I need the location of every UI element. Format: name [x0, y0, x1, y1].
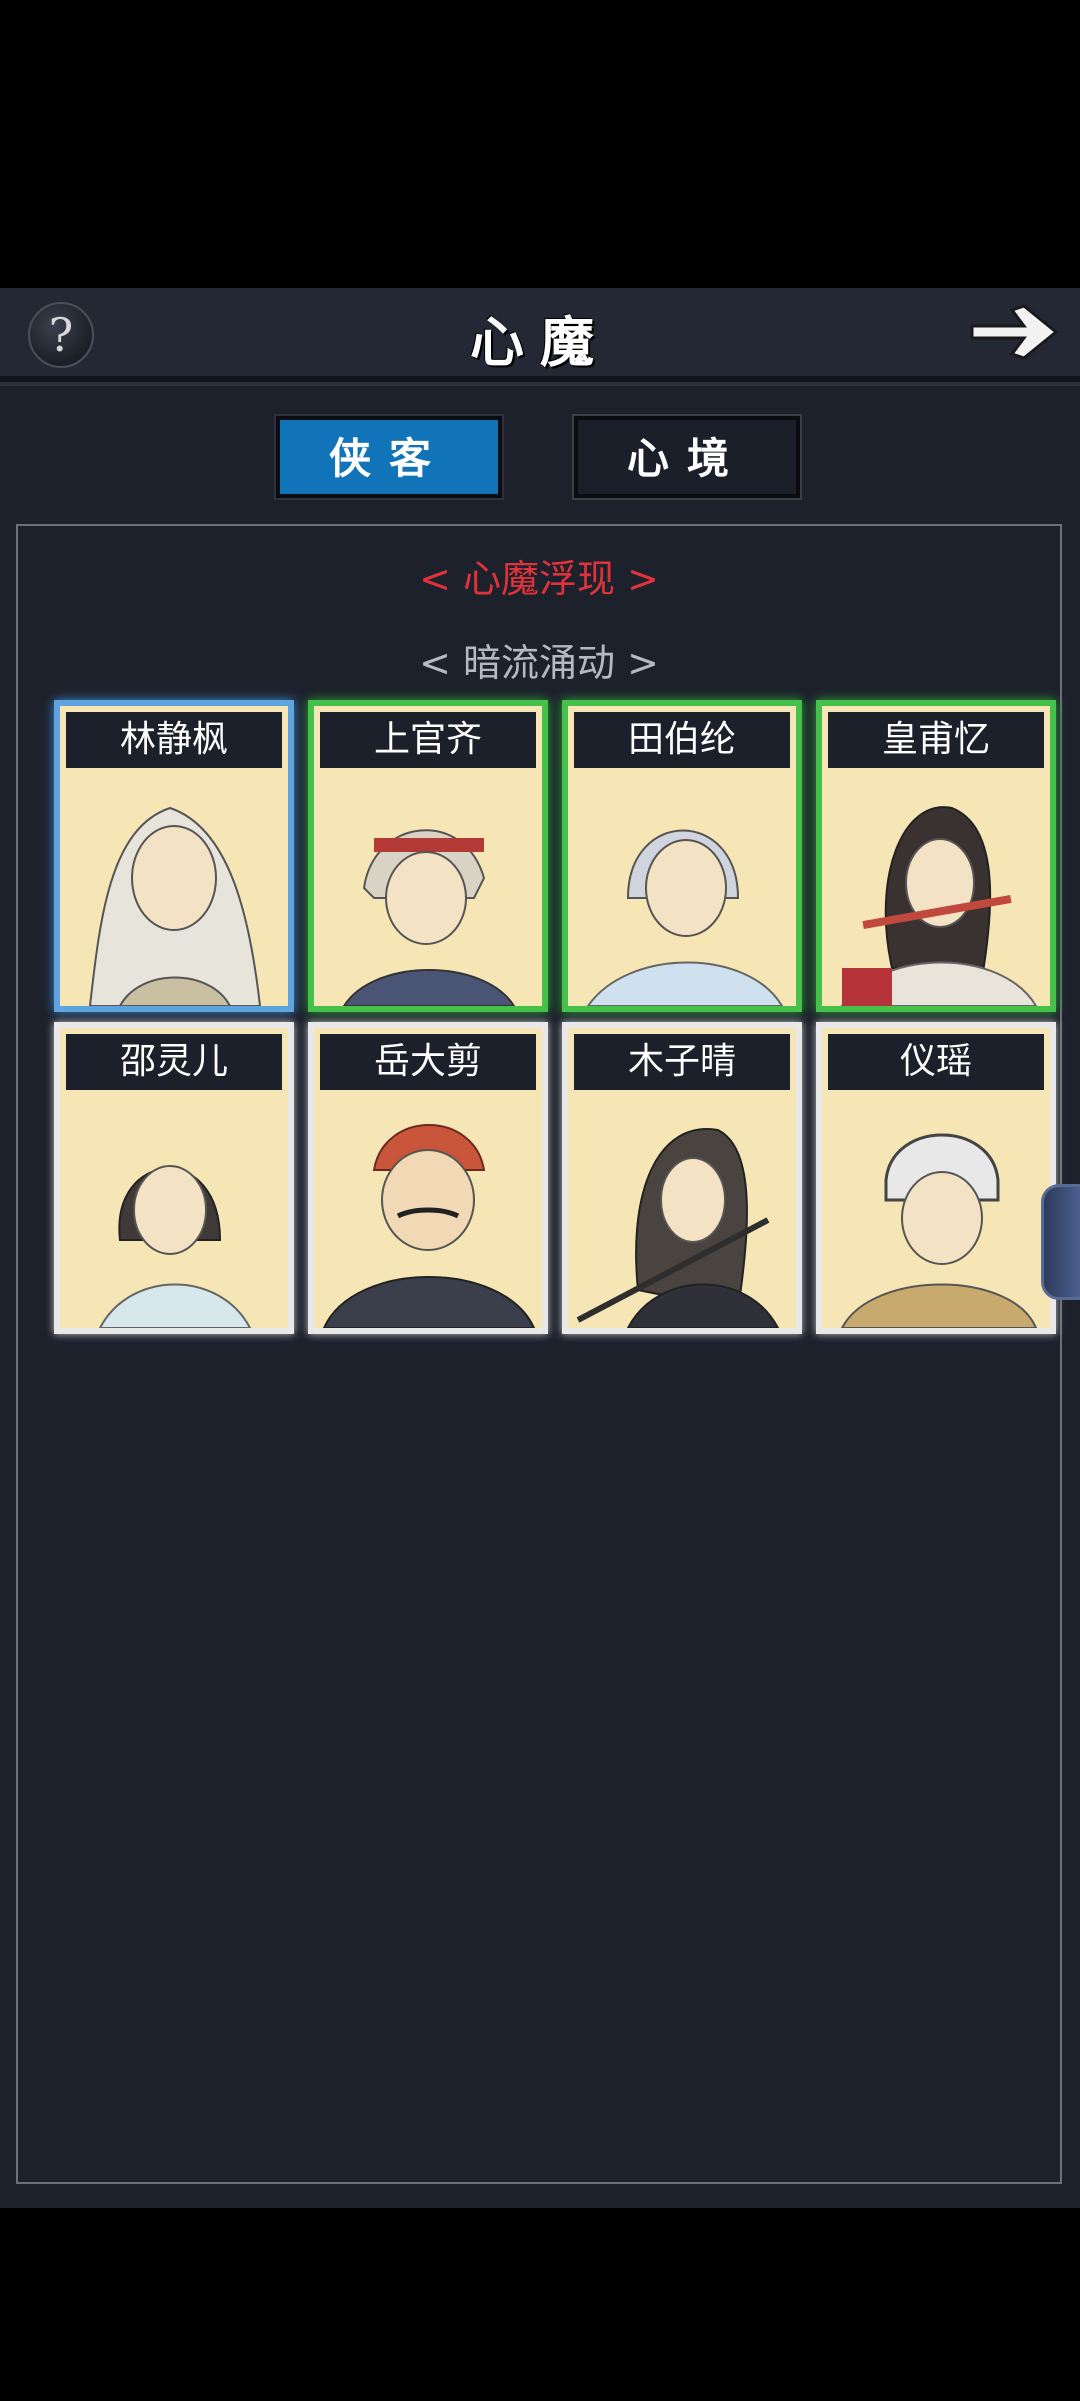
character-portrait: [840, 806, 1038, 1006]
character-card[interactable]: 岳大剪: [308, 1022, 548, 1334]
character-portrait: [576, 1128, 780, 1328]
character-name: 仪瑶: [828, 1034, 1044, 1090]
section-heading-undercurrent: < 暗流涌动 >: [419, 641, 659, 685]
character-name: 岳大剪: [320, 1034, 536, 1090]
top-bar: ? 心魔: [0, 288, 1080, 382]
character-card[interactable]: 田伯纶: [562, 700, 802, 1012]
character-card[interactable]: 林静枫: [54, 700, 294, 1012]
character-name: 上官齐: [320, 712, 536, 768]
character-panel: < 心魔浮现 > < 暗流涌动 > 林静枫 上官齐 田伯纶 皇甫忆 邵灵儿 岳大…: [16, 524, 1062, 2184]
character-name: 田伯纶: [574, 712, 790, 768]
section-heading-emerged: < 心魔浮现 >: [419, 557, 659, 601]
game-screen: ? 心魔 侠客 心境 < 心魔浮现 > < 暗流涌动 > 林静枫 上官齐 田伯纶…: [0, 288, 1080, 2208]
character-grid: 林静枫 上官齐 田伯纶 皇甫忆 邵灵儿 岳大剪 木子晴 仪瑶: [34, 700, 1064, 1340]
character-name: 木子晴: [574, 1034, 790, 1090]
character-portrait: [98, 1165, 252, 1328]
tab-bar: 侠客 心境: [0, 416, 1080, 506]
character-card[interactable]: 仪瑶: [816, 1022, 1056, 1334]
next-button[interactable]: [966, 300, 1062, 364]
character-name: 林静枫: [66, 712, 282, 768]
side-drawer-handle[interactable]: [1041, 1184, 1080, 1300]
tab-mindset[interactable]: 心境: [574, 416, 800, 498]
character-card[interactable]: 木子晴: [562, 1022, 802, 1334]
character-portrait: [840, 1133, 1038, 1328]
character-portrait: [88, 806, 262, 1006]
tab-heroes[interactable]: 侠客: [276, 416, 502, 498]
character-card[interactable]: 邵灵儿: [54, 1022, 294, 1334]
character-name: 邵灵儿: [66, 1034, 282, 1090]
arrow-right-icon: [970, 304, 1059, 360]
page-title: 心魔: [470, 310, 610, 374]
character-portrait: [342, 829, 516, 1006]
character-card[interactable]: 上官齐: [308, 700, 548, 1012]
character-portrait: [586, 829, 784, 1006]
character-card[interactable]: 皇甫忆: [816, 700, 1056, 1012]
character-portrait: [322, 1124, 536, 1328]
character-name: 皇甫忆: [828, 712, 1044, 768]
